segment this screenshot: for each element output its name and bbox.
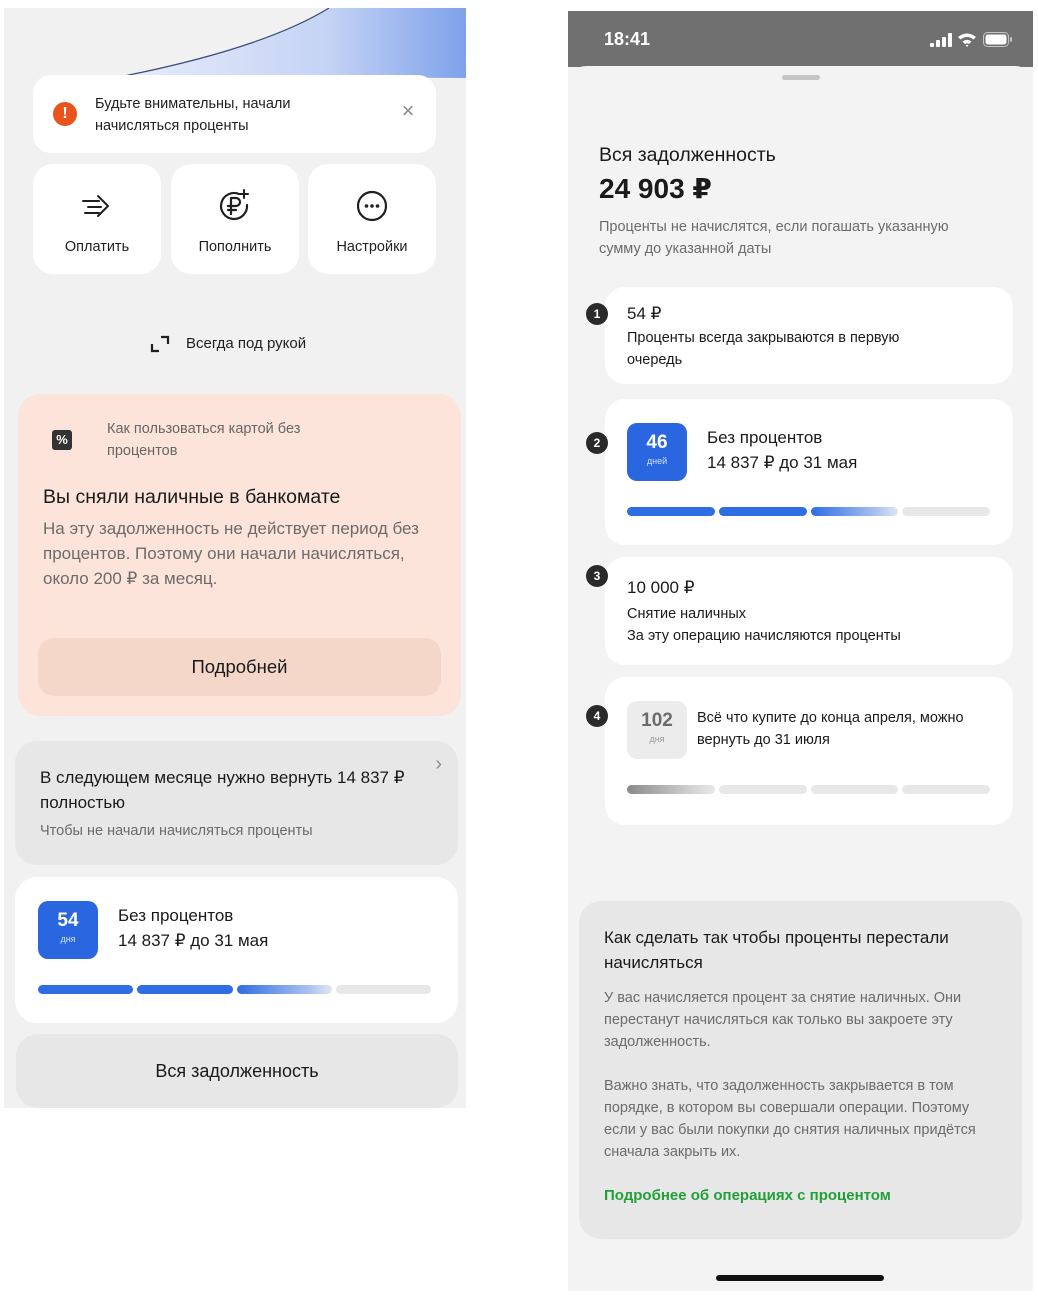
step-progress (627, 785, 990, 794)
days-badge: 54 дня (38, 901, 98, 959)
progress-segment (902, 507, 990, 516)
chevron-right-icon: › (435, 753, 442, 775)
signal-icon (930, 33, 952, 47)
cash-card-title: Вы сняли наличные в банкомате (43, 486, 341, 508)
progress-segment (718, 785, 807, 794)
progress-segment (137, 985, 233, 994)
step-number: 1 (586, 303, 608, 325)
progress-segment (718, 507, 807, 516)
right-screen: 18:41 Вся задолженность 24 903 ₽ Процент… (568, 11, 1033, 1291)
step-progress (627, 507, 990, 516)
step-title: Без процентов (707, 428, 823, 447)
home-indicator (716, 1275, 884, 1281)
progress-segment (810, 507, 899, 516)
always-handy-label: Всегда под рукой (186, 335, 307, 352)
step-text: Всё что купите до конца апреля, можно ве… (697, 710, 964, 748)
cash-withdrawal-card: % Как пользоваться картой без процентов … (18, 394, 461, 716)
operations-details-link[interactable]: Подробнее об операциях с процентом (604, 1187, 891, 1204)
step-number: 4 (586, 705, 608, 727)
step-number: 2 (586, 432, 608, 454)
sheet-title: Вся задолженность (599, 144, 776, 166)
cash-card-body: На эту задолженность не действует период… (43, 519, 419, 588)
warning-icon: ! (53, 102, 77, 126)
no-interest-title: Без процентов (118, 906, 234, 925)
step-text: Проценты всегда закрываются в первую оче… (627, 330, 900, 368)
days-count: 54 (57, 910, 79, 931)
settings-label: Настройки (336, 239, 408, 255)
pay-button[interactable]: Оплатить (33, 164, 161, 274)
no-interest-amount: 14 837 ₽ до 31 мая (118, 931, 269, 950)
step-amount: 14 837 ₽ до 31 мая (707, 453, 858, 472)
total-debt: 24 903 ₽ (599, 173, 712, 204)
days-count: 46 (646, 432, 668, 453)
howto-paragraph-1: У вас начисляется процент за снятие нали… (604, 990, 962, 1050)
step-line-2: За эту операцию начисляются проценты (627, 628, 901, 644)
next-month-title: В следующем месяце нужно вернуть 14 837 … (40, 768, 405, 812)
days-badge: 46 дней (627, 423, 687, 481)
pay-label: Оплатить (64, 239, 130, 255)
left-screen: ! Будьте внимательны, начали начисляться… (4, 8, 466, 1108)
debt-step-3: 3 10 000 ₽ Снятие наличных За эту операц… (586, 557, 1013, 665)
next-month-subtitle: Чтобы не начали начисляться проценты (40, 823, 313, 839)
status-bar: 18:41 (568, 11, 1033, 67)
no-interest-card[interactable]: 54 дня Без процентов 14 837 ₽ до 31 мая (15, 877, 458, 1023)
step-line-1: Снятие наличных (627, 606, 747, 622)
step-amount: 10 000 ₽ (627, 578, 695, 597)
days-label: дней (646, 456, 668, 466)
days-badge: 102 дня (627, 701, 687, 759)
interest-alert: ! Будьте внимательны, начали начисляться… (33, 75, 436, 153)
close-icon[interactable]: × (396, 99, 420, 123)
progress-segment (627, 507, 715, 516)
days-label: дня (60, 934, 76, 944)
how-to-use-hint[interactable]: Как пользоваться картой без процентов (107, 418, 367, 462)
wifi-icon (958, 33, 976, 47)
more-dots-icon (356, 190, 388, 222)
debt-step-4: 4 102 дня Всё что купите до конца апреля… (586, 677, 1013, 825)
status-time: 18:41 (604, 29, 651, 49)
step-number: 3 (586, 565, 608, 587)
days-label: дня (649, 734, 665, 744)
all-debt-button[interactable]: Вся задолженность (16, 1034, 458, 1108)
howto-paragraph-2: Важно знать, что задолженность закрывает… (604, 1078, 976, 1160)
alert-text: Будьте внимательны, начали начисляться п… (95, 96, 291, 134)
sheet-description: Проценты не начислятся, если погашать ук… (599, 219, 949, 257)
expand-corners-icon (150, 335, 170, 353)
details-button[interactable]: Подробней (38, 638, 441, 696)
progress-segment (810, 785, 899, 794)
arrow-right-icon (82, 195, 109, 217)
progress-segment (902, 785, 990, 794)
debt-step-2: 2 46 дней Без процентов 14 837 ₽ до 31 м… (586, 399, 1013, 545)
settings-button[interactable]: Настройки (308, 164, 436, 274)
next-month-card[interactable]: В следующем месяце нужно вернуть 14 837 … (15, 741, 458, 865)
progress-segment (335, 985, 431, 994)
header-wave-decoration (123, 8, 466, 78)
step-amount: 54 ₽ (627, 304, 662, 323)
topup-label: Пополнить (198, 239, 272, 255)
debt-step-1: 1 54 ₽ Проценты всегда закрываются в пер… (586, 287, 1013, 384)
howto-card: Как сделать так чтобы проценты перестали… (579, 901, 1022, 1239)
progress-segment (627, 785, 715, 794)
progress-segment (236, 985, 332, 994)
sheet-grabber[interactable] (782, 75, 820, 80)
ruble-plus-icon (219, 189, 249, 221)
percent-icon: % (52, 430, 72, 450)
progress-segment (38, 985, 134, 994)
howto-title: Как сделать так чтобы проценты перестали… (604, 928, 949, 972)
topup-button[interactable]: Пополнить (171, 164, 299, 274)
battery-icon (983, 32, 1012, 47)
no-interest-progress (38, 985, 431, 994)
days-count: 102 (641, 710, 673, 731)
debt-sheet: Вся задолженность 24 903 ₽ Проценты не н… (568, 66, 1033, 1291)
